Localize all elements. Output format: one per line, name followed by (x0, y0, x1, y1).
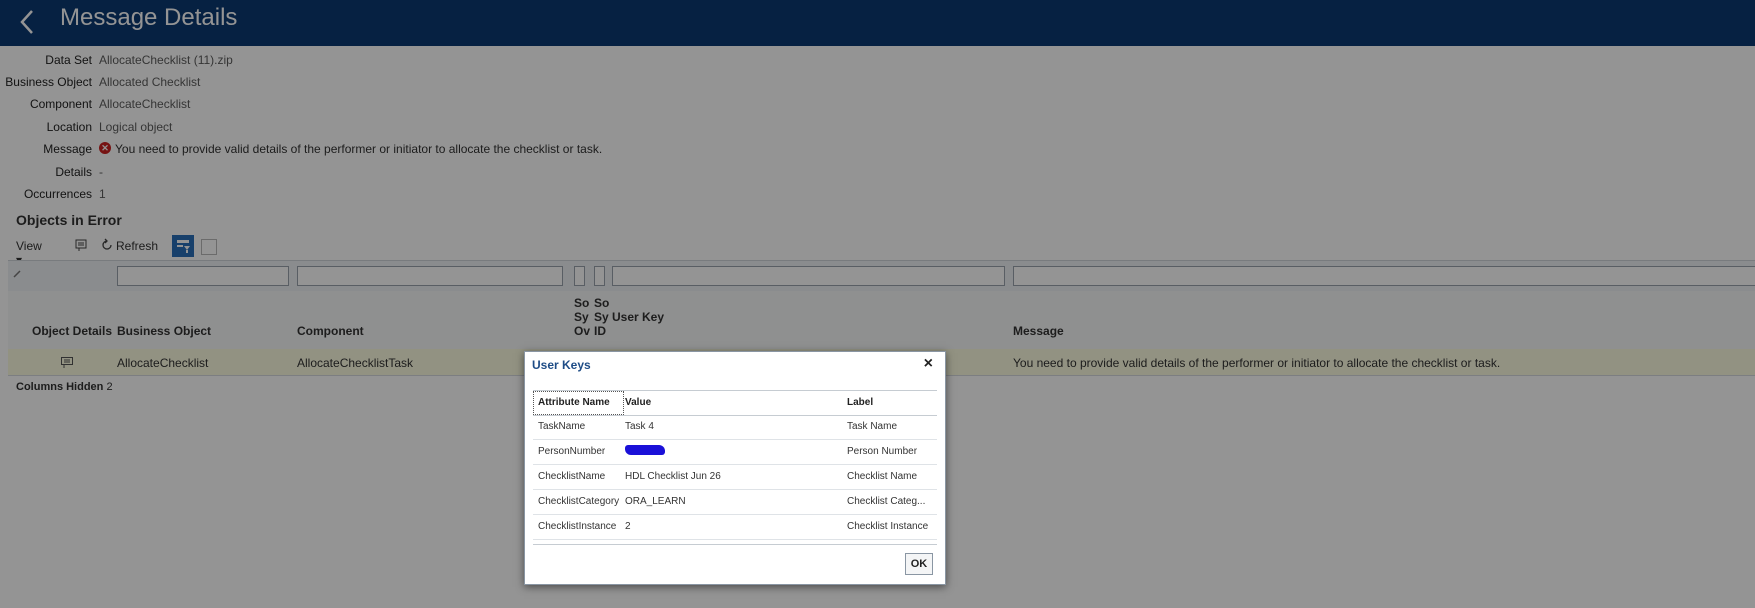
close-icon[interactable]: × (924, 355, 933, 373)
cell-attribute: ChecklistName (538, 471, 606, 482)
cell-label: Checklist Categ... (847, 496, 926, 507)
ok-button[interactable]: OK (905, 553, 933, 575)
table-row[interactable]: TaskName Task 4 Task Name (533, 415, 937, 440)
table-row[interactable]: ChecklistCategory ORA_LEARN Checklist Ca… (533, 490, 937, 515)
user-keys-header: Attribute Name Value Label (533, 390, 937, 416)
cell-attribute: PersonNumber (538, 446, 606, 457)
cell-attribute: TaskName (538, 421, 586, 432)
cell-value: HDL Checklist Jun 26 (625, 471, 721, 482)
table-row[interactable]: PersonNumber Person Number (533, 440, 937, 465)
cell-label: Task Name (847, 421, 898, 432)
cell-attribute: ChecklistCategory (538, 496, 620, 507)
cell-label: Checklist Instance (847, 521, 929, 532)
user-keys-dialog: User Keys × Attribute Name Value Label T… (524, 351, 946, 585)
cell-value: ORA_LEARN (625, 496, 686, 507)
cell-label: Person Number (847, 446, 918, 457)
column-header-attribute-name[interactable]: Attribute Name (538, 397, 610, 408)
dialog-divider (533, 544, 937, 545)
table-row[interactable]: ChecklistInstance 2 Checklist Instance (533, 515, 937, 540)
cell-value: 2 (625, 521, 631, 532)
cell-attribute: ChecklistInstance (538, 521, 617, 532)
dialog-title: User Keys (532, 358, 591, 372)
table-row[interactable]: ChecklistName HDL Checklist Jun 26 Check… (533, 465, 937, 490)
column-header-value[interactable]: Value (625, 397, 651, 408)
column-header-label[interactable]: Label (847, 397, 873, 408)
cell-label: Checklist Name (847, 471, 918, 482)
redacted-value (625, 445, 665, 455)
cell-value: Task 4 (625, 421, 654, 432)
